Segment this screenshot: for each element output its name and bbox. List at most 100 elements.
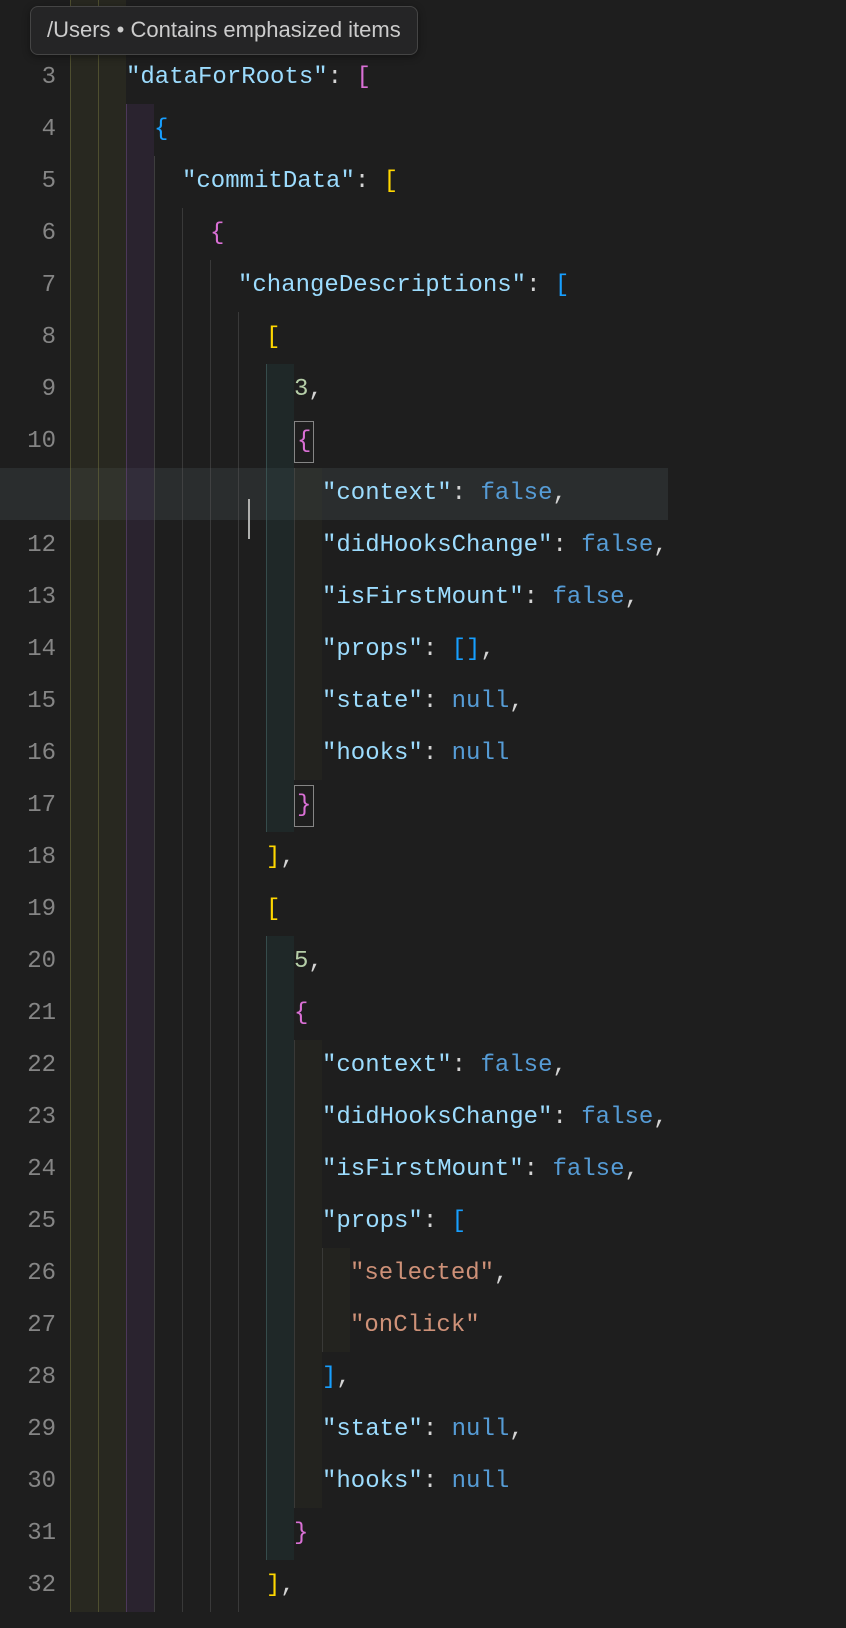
token: "	[322, 1104, 336, 1131]
indent-guide	[238, 988, 266, 1040]
indent-guide	[182, 364, 210, 416]
code-line[interactable]: ],	[70, 832, 668, 884]
code-line[interactable]: "hooks": null	[70, 728, 668, 780]
code-line[interactable]: [	[70, 312, 668, 364]
code-line[interactable]: 3,	[70, 364, 668, 416]
indent-guide	[98, 676, 126, 728]
code-line[interactable]: "state": null,	[70, 676, 668, 728]
indent-guide	[182, 1040, 210, 1092]
code-line[interactable]: "context": false,	[70, 468, 668, 520]
indent-guide	[70, 52, 98, 104]
code-line[interactable]: {	[70, 988, 668, 1040]
indent-guide	[70, 572, 98, 624]
token: "	[322, 1156, 336, 1183]
indent-guide	[266, 1196, 294, 1248]
indent-guide	[238, 364, 266, 416]
indent-guide	[210, 520, 238, 572]
indent-guide	[70, 260, 98, 312]
code-line[interactable]: "commitData": [	[70, 156, 668, 208]
token: ]	[322, 1364, 336, 1391]
indent-guide	[238, 624, 266, 676]
indent-guide	[182, 312, 210, 364]
indent-guide	[70, 676, 98, 728]
indent-guide	[154, 156, 182, 208]
indent-guide	[210, 1404, 238, 1456]
indent-guide	[98, 260, 126, 312]
indent-guide	[266, 572, 294, 624]
code-line[interactable]: {	[70, 416, 668, 468]
code-line[interactable]: ],	[70, 1352, 668, 1404]
indent-guide	[126, 1352, 154, 1404]
indent-guide	[154, 1040, 182, 1092]
token: null	[452, 1416, 510, 1443]
code-line[interactable]: "context": false,	[70, 1040, 668, 1092]
line-number: 16	[0, 728, 56, 780]
code-line[interactable]: {	[70, 104, 668, 156]
line-number: 18	[0, 832, 56, 884]
token: false	[480, 1052, 552, 1079]
indent-guide	[238, 1300, 266, 1352]
code-line[interactable]: "isFirstMount": false,	[70, 1144, 668, 1196]
indent-guide	[70, 1300, 98, 1352]
code-line[interactable]: ],	[70, 1560, 668, 1612]
code-line[interactable]: "props": [],	[70, 624, 668, 676]
token: ,	[552, 480, 566, 507]
indent-guide	[70, 988, 98, 1040]
line-number: 26	[0, 1248, 56, 1300]
indent-guide	[294, 1352, 322, 1404]
line-number: 4	[0, 104, 56, 156]
indent-guide	[126, 624, 154, 676]
token: "	[238, 272, 252, 299]
code-line[interactable]: {	[70, 208, 668, 260]
code-line[interactable]: "isFirstMount": false,	[70, 572, 668, 624]
token: "	[509, 1156, 523, 1183]
token: :	[423, 1208, 452, 1235]
indent-guide	[210, 1456, 238, 1508]
code-line[interactable]: "changeDescriptions": [	[70, 260, 668, 312]
code-area[interactable]: "version": 5,"dataForRoots": [{"commitDa…	[70, 0, 668, 1612]
code-line[interactable]: "props": [	[70, 1196, 668, 1248]
line-content: "commitData": [	[182, 168, 398, 195]
code-line[interactable]: [	[70, 884, 668, 936]
indent-guide	[238, 1144, 266, 1196]
code-line[interactable]: "dataForRoots": [	[70, 52, 668, 104]
token: :	[552, 1104, 581, 1131]
line-content: 5,	[294, 948, 323, 975]
indent-guide	[70, 364, 98, 416]
token: false	[581, 532, 653, 559]
token: props	[336, 1208, 408, 1235]
code-line[interactable]: 5,	[70, 936, 668, 988]
indent-guide	[182, 416, 210, 468]
indent-guide	[182, 884, 210, 936]
code-line[interactable]: "state": null,	[70, 1404, 668, 1456]
indent-guide	[154, 676, 182, 728]
code-line[interactable]: "onClick"	[70, 1300, 668, 1352]
indent-guide	[210, 1560, 238, 1612]
line-number: 30	[0, 1456, 56, 1508]
indent-guide	[70, 312, 98, 364]
indent-guide	[182, 1404, 210, 1456]
code-line[interactable]: "didHooksChange": false,	[70, 1092, 668, 1144]
indent-guide	[238, 1404, 266, 1456]
token: props	[336, 636, 408, 663]
indent-guide	[98, 364, 126, 416]
code-line[interactable]: "didHooksChange": false,	[70, 520, 668, 572]
indent-guide	[294, 1144, 322, 1196]
indent-guide	[126, 312, 154, 364]
token: "	[322, 584, 336, 611]
code-line[interactable]: "hooks": null	[70, 1456, 668, 1508]
line-content: "changeDescriptions": [	[238, 272, 569, 299]
indent-guide	[126, 1404, 154, 1456]
code-line[interactable]: "selected",	[70, 1248, 668, 1300]
token: "	[340, 168, 354, 195]
line-number: 24	[0, 1144, 56, 1196]
indent-guide	[70, 156, 98, 208]
code-line[interactable]: }	[70, 1508, 668, 1560]
indent-guide	[294, 1092, 322, 1144]
indent-guide	[98, 520, 126, 572]
code-line[interactable]: }	[70, 780, 668, 832]
indent-guide	[182, 832, 210, 884]
token: :	[552, 532, 581, 559]
indent-guide	[266, 1092, 294, 1144]
token: ,	[280, 844, 294, 871]
